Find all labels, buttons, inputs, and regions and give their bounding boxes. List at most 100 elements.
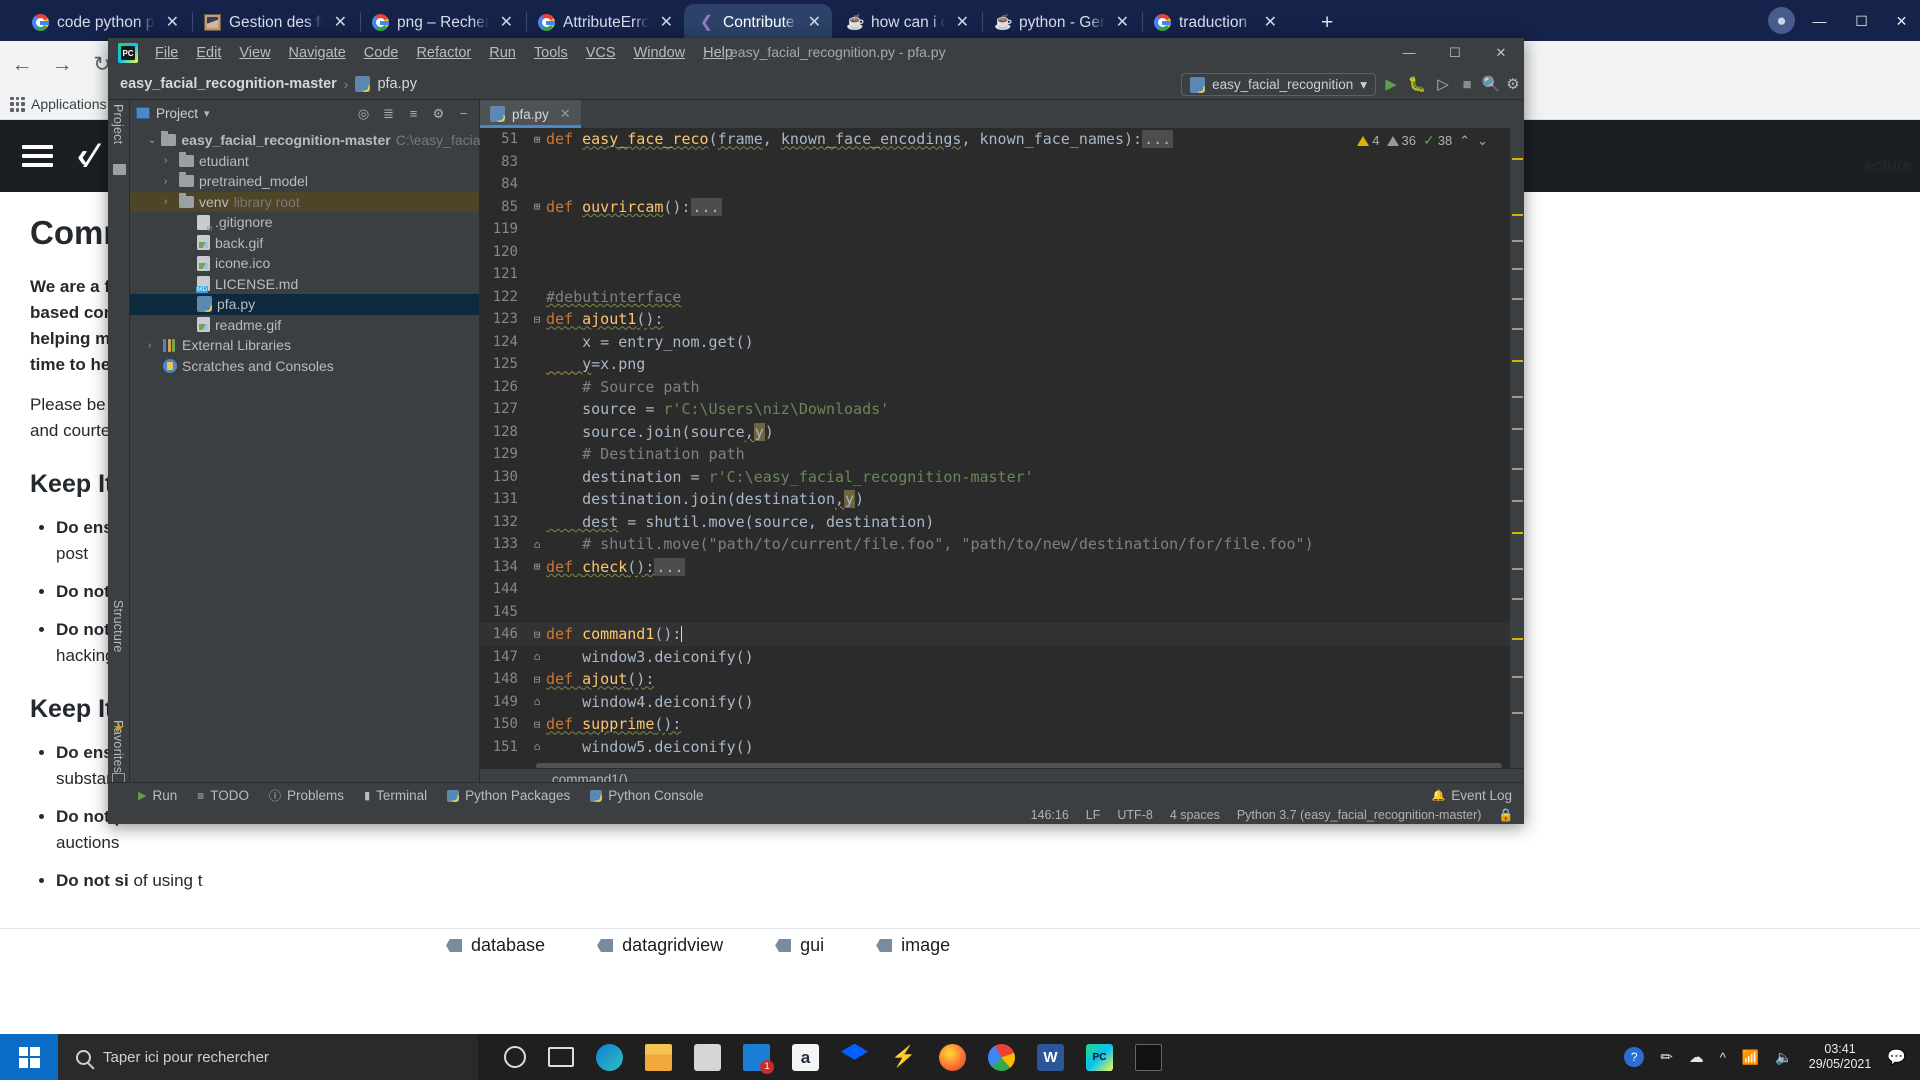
close-icon[interactable]: ✕ bbox=[497, 13, 516, 33]
line-number[interactable]: 134 bbox=[480, 559, 528, 575]
line-number[interactable]: 129 bbox=[480, 446, 528, 462]
tree-node--gitignore[interactable]: .gitignore bbox=[130, 212, 479, 233]
menu-refactor[interactable]: Refactor bbox=[407, 42, 480, 64]
line-number[interactable]: 145 bbox=[480, 604, 528, 620]
fold-marker-icon[interactable]: ⊟ bbox=[528, 313, 546, 326]
browser-tab-6[interactable]: ☕ python - Generate ✕ bbox=[980, 4, 1140, 41]
browser-close-button[interactable]: ✕ bbox=[1879, 8, 1920, 34]
line-number[interactable]: 124 bbox=[480, 334, 528, 350]
notifications-icon[interactable]: 💬 bbox=[1887, 1048, 1906, 1066]
show-hidden-icon[interactable]: ^ bbox=[1720, 1050, 1726, 1065]
code-line-126[interactable]: 126 # Source path bbox=[480, 376, 1524, 399]
disclosure-arrow-icon[interactable]: › bbox=[164, 196, 174, 207]
close-icon[interactable]: ✕ bbox=[1261, 13, 1280, 33]
code-canvas[interactable]: 4 36 ✓ 38 ⌃ ⌄ 51 ⊞ def easy_face_reco(fram… bbox=[480, 128, 1524, 770]
tree-node-venv[interactable]: › venv library root bbox=[130, 191, 479, 212]
code-line-147[interactable]: 147 ⌂ window3.deiconify() bbox=[480, 646, 1524, 669]
task-view-icon[interactable] bbox=[548, 1047, 574, 1067]
disclosure-arrow-icon[interactable]: › bbox=[164, 176, 174, 187]
indent-setting[interactable]: 4 spaces bbox=[1170, 808, 1220, 822]
menu-window[interactable]: Window bbox=[625, 42, 695, 64]
warnings-indicator[interactable]: 4 bbox=[1357, 133, 1380, 148]
page-tab-database[interactable]: database bbox=[420, 935, 571, 956]
close-icon[interactable]: ✕ bbox=[560, 106, 571, 122]
collapse-all-icon[interactable]: ≣ bbox=[379, 104, 398, 123]
close-icon[interactable]: ✕ bbox=[805, 13, 824, 33]
flash-icon[interactable]: ⚡ bbox=[890, 1044, 917, 1071]
hide-icon[interactable]: − bbox=[454, 104, 473, 123]
disclosure-arrow-icon[interactable]: › bbox=[148, 340, 158, 351]
terminal-icon[interactable] bbox=[1135, 1043, 1162, 1071]
browser-minimize-button[interactable]: — bbox=[1797, 8, 1842, 34]
page-tab-image[interactable]: image bbox=[850, 935, 976, 956]
line-number[interactable]: 131 bbox=[480, 491, 528, 507]
tree-node-back-gif[interactable]: back.gif bbox=[130, 233, 479, 254]
code-line-148[interactable]: 148 ⊟ def ajout(): bbox=[480, 668, 1524, 691]
browser-tab-2[interactable]: png – Recherche G ✕ bbox=[358, 4, 524, 41]
edge-icon[interactable] bbox=[596, 1043, 623, 1071]
page-tab-datagridview[interactable]: datagridview bbox=[571, 935, 749, 956]
file-encoding[interactable]: UTF-8 bbox=[1117, 808, 1152, 822]
pen-icon[interactable]: ✏ bbox=[1660, 1048, 1673, 1066]
expand-icon[interactable]: ≡ bbox=[404, 104, 423, 123]
code-line-127[interactable]: 127 source = r'C:\Users\niz\Downloads' bbox=[480, 398, 1524, 421]
editor-marker-bar[interactable] bbox=[1510, 128, 1524, 770]
tree-node-pretrained-model[interactable]: › pretrained_model bbox=[130, 171, 479, 192]
fold-marker-icon[interactable]: ⊟ bbox=[528, 718, 546, 731]
pycharm-icon[interactable]: PC bbox=[1086, 1043, 1113, 1071]
code-line-131[interactable]: 131 destination.join(destination,y) bbox=[480, 488, 1524, 511]
file-explorer-icon[interactable] bbox=[645, 1043, 672, 1071]
volume-icon[interactable]: 🔈 bbox=[1775, 1049, 1792, 1066]
editor-tab-pfa-py[interactable]: pfa.py ✕ bbox=[480, 100, 581, 128]
microsoft-store-icon[interactable] bbox=[694, 1043, 721, 1071]
line-number[interactable]: 123 bbox=[480, 311, 528, 327]
ide-close-button[interactable]: ✕ bbox=[1478, 38, 1524, 68]
disclosure-arrow-icon[interactable]: › bbox=[164, 155, 174, 166]
tree-node-pfa-py[interactable]: pfa.py bbox=[130, 294, 479, 315]
line-number[interactable]: 84 bbox=[480, 176, 528, 192]
fold-marker-icon[interactable]: ⊞ bbox=[528, 133, 546, 146]
tool-tab-structure[interactable]: Structure bbox=[111, 600, 125, 653]
fold-marker-icon[interactable]: ⊞ bbox=[528, 200, 546, 213]
line-number[interactable]: 83 bbox=[480, 154, 528, 170]
browser-tab-1[interactable]: Gestion des fichie ✕ bbox=[190, 4, 358, 41]
menu-file[interactable]: File bbox=[146, 42, 187, 64]
lock-icon[interactable]: 🔒 bbox=[1498, 808, 1514, 823]
tool-button-run[interactable]: ▶ Run bbox=[138, 788, 177, 803]
tool-tab-project[interactable]: Project bbox=[111, 104, 125, 144]
locate-icon[interactable]: ◎ bbox=[354, 104, 373, 123]
menu-run[interactable]: Run bbox=[480, 42, 525, 64]
chevron-down-icon[interactable]: ▾ bbox=[204, 107, 210, 120]
fold-marker-icon[interactable]: ⌂ bbox=[528, 538, 546, 551]
mail-icon[interactable]: 1 bbox=[743, 1043, 774, 1074]
menu-view[interactable]: View bbox=[230, 42, 279, 64]
stop-icon[interactable]: ■ bbox=[1456, 74, 1478, 96]
profile-avatar[interactable]: ● bbox=[1768, 7, 1795, 34]
code-line-122[interactable]: 122 #debutinterface bbox=[480, 286, 1524, 309]
close-icon[interactable]: ✕ bbox=[953, 13, 972, 33]
ide-minimize-button[interactable]: — bbox=[1386, 38, 1432, 68]
code-line-144[interactable]: 144 bbox=[480, 578, 1524, 601]
ide-maximize-button[interactable]: ☐ bbox=[1432, 38, 1478, 68]
taskbar-search[interactable]: Taper ici pour rechercher bbox=[58, 1034, 478, 1080]
menu-edit[interactable]: Edit bbox=[187, 42, 230, 64]
browser-maximize-button[interactable]: ☐ bbox=[1839, 8, 1884, 34]
firefox-icon[interactable] bbox=[939, 1043, 966, 1071]
typos-indicator[interactable]: ✓ 38 bbox=[1423, 132, 1452, 149]
browser-tab-7[interactable]: traduction - Reche ✕ bbox=[1140, 4, 1288, 41]
code-line-124[interactable]: 124 x = entry_nom.get() bbox=[480, 331, 1524, 354]
search-icon[interactable]: 🔍 bbox=[1480, 74, 1502, 96]
line-number[interactable]: 150 bbox=[480, 716, 528, 732]
line-number[interactable]: 121 bbox=[480, 266, 528, 282]
menu-vcs[interactable]: VCS bbox=[577, 42, 625, 64]
code-line-121[interactable]: 121 bbox=[480, 263, 1524, 286]
chrome-icon[interactable] bbox=[988, 1043, 1015, 1071]
line-number[interactable]: 122 bbox=[480, 289, 528, 305]
line-number[interactable]: 149 bbox=[480, 694, 528, 710]
menu-code[interactable]: Code bbox=[355, 42, 408, 64]
inspections-widget[interactable]: 4 36 ✓ 38 ⌃ ⌄ bbox=[1357, 132, 1488, 149]
run-configuration-selector[interactable]: easy_facial_recognition ▾ bbox=[1181, 73, 1376, 96]
prev-problem-icon[interactable]: ⌃ bbox=[1459, 133, 1470, 149]
code-line-133[interactable]: 133 ⌂ # shutil.move("path/to/current/file… bbox=[480, 533, 1524, 556]
run-icon[interactable]: ▶ bbox=[1380, 74, 1402, 96]
